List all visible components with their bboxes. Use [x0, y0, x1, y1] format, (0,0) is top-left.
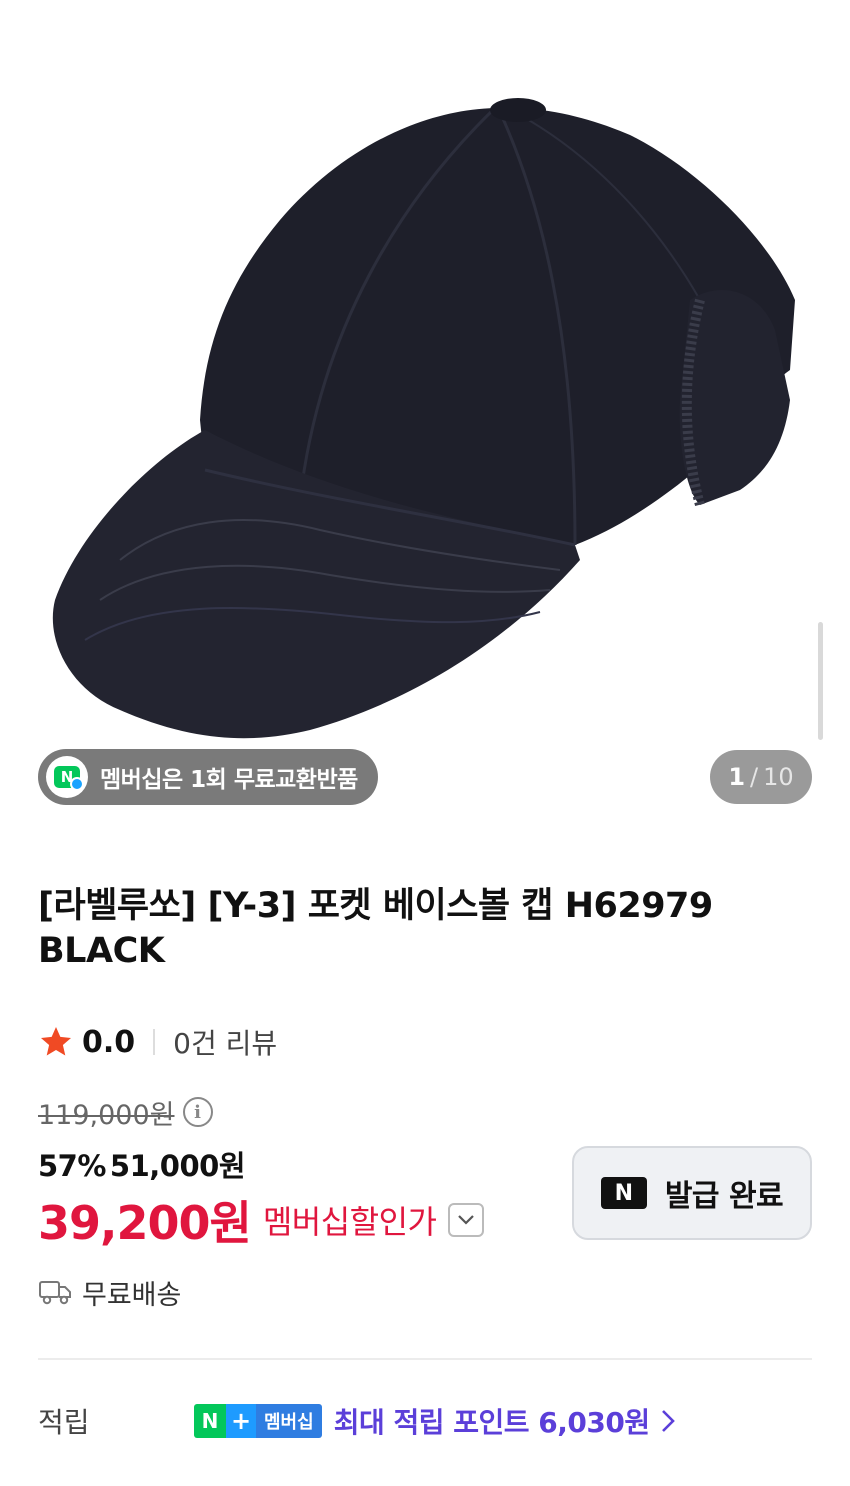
- rating-score: 0.0: [82, 1024, 136, 1060]
- image-counter-total: 10: [763, 763, 794, 791]
- membership-pill-text: 멤버십은 1회 무료교환반품: [100, 767, 358, 793]
- badge-membership: 멤버십: [256, 1404, 322, 1438]
- gallery-scroll-indicator: [818, 622, 823, 740]
- star-icon: [41, 1027, 71, 1056]
- naver-plus-membership-badge: N + 멤버십: [194, 1404, 322, 1438]
- image-counter-current: 1: [728, 763, 746, 791]
- shipping-info: 무료배송: [38, 1272, 181, 1312]
- naver-membership-icon: N: [46, 756, 88, 798]
- image-counter-separator: /: [750, 763, 759, 791]
- chevron-right-icon[interactable]: [660, 1408, 676, 1434]
- product-title: [라벨루쏘] [Y-3] 포켓 베이스볼 캡 H62979 BLACK: [38, 886, 713, 971]
- rating-divider: [153, 1029, 156, 1055]
- points-label: 적립: [38, 1406, 90, 1439]
- original-price-row: 119,000원 i: [38, 1093, 213, 1131]
- naver-n-icon: N: [600, 1177, 647, 1209]
- product-image-gallery[interactable]: N 멤버십은 1회 무료교환반품 1 / 10: [0, 0, 850, 830]
- chevron-down-icon[interactable]: [448, 1203, 485, 1237]
- points-row[interactable]: 적립 N + 멤버십 최대 적립 포인트 6,030원: [38, 1396, 812, 1446]
- image-counter: 1 / 10: [710, 750, 812, 804]
- member-price-label: 멤버십할인가: [262, 1203, 437, 1241]
- max-points-text[interactable]: 최대 적립 포인트 6,030원: [334, 1401, 650, 1441]
- rating-summary[interactable]: 0.0 0건 리뷰: [38, 1022, 277, 1062]
- original-price: 119,000원: [38, 1099, 175, 1131]
- shipping-label: 무료배송: [82, 1279, 182, 1311]
- membership-free-return-badge[interactable]: N 멤버십은 1회 무료교환반품: [38, 749, 378, 805]
- badge-plus: +: [226, 1404, 256, 1438]
- member-price: 39,200원: [38, 1196, 252, 1250]
- info-icon[interactable]: i: [182, 1097, 213, 1127]
- member-price-row: 39,200원 멤버십할인가: [38, 1188, 485, 1252]
- review-count-link[interactable]: 0건 리뷰: [173, 1022, 277, 1062]
- coupon-issued-button[interactable]: N 발급 완료: [572, 1146, 812, 1240]
- truck-icon: [39, 1281, 71, 1305]
- badge-n: N: [194, 1404, 226, 1438]
- discount-percent: 57%: [38, 1149, 106, 1183]
- coupon-issued-label: 발급 완료: [664, 1179, 784, 1214]
- sale-price-row: 57% 51,000원: [38, 1143, 246, 1185]
- product-image-cap: [52, 98, 795, 739]
- section-divider: [38, 1358, 812, 1360]
- sale-price: 51,000원: [109, 1149, 246, 1183]
